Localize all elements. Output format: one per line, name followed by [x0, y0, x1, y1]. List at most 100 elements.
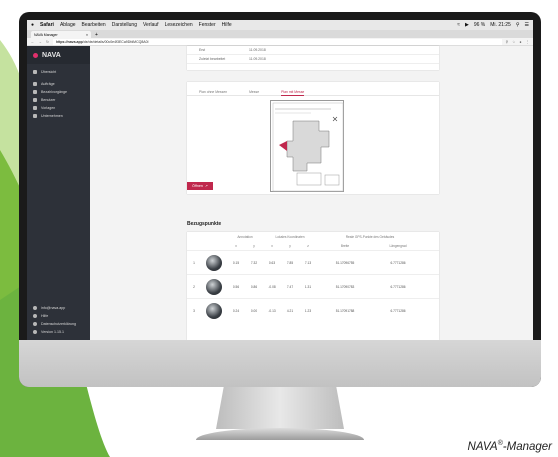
sidebar-item-label: Übersicht — [41, 70, 57, 74]
info-value: 11.09.2018 — [249, 48, 266, 52]
back-icon[interactable]: ← — [31, 40, 35, 44]
info-row: Zuletzt bearbeitet 11.09.2018 — [187, 55, 439, 64]
monitor-stand — [216, 387, 344, 429]
menu-icon[interactable]: ☰ — [525, 22, 529, 28]
main-content: Erst 11.09.2018 Zuletzt bearbeitet 11.09… — [90, 46, 533, 340]
column-group-header: Lokales Koordinaten — [275, 234, 305, 239]
table-cell: 1.23 — [304, 308, 312, 313]
sidebar-item-label: Vorlagen — [41, 106, 56, 110]
table-cell: 51.17090783 — [335, 284, 355, 289]
forward-icon[interactable]: → — [39, 40, 43, 44]
table-row[interactable]: 3 0.24 0.00 -0.13 4.21 1.23 51.17091788 … — [187, 298, 439, 322]
column-group-header: Annotation — [237, 234, 253, 239]
plan-tabs: Plan ohne Messen Messe Plan mit Messe — [187, 82, 439, 96]
table-cell: 0.63 — [268, 260, 276, 265]
template-icon — [33, 106, 37, 110]
info-row: Erst 11.09.2018 — [187, 46, 439, 55]
info-icon — [33, 330, 37, 334]
browser-toolbar: ← → ↻ https://nava.app /de/de/details/00… — [27, 38, 533, 46]
sidebar-item-label: Benutzer — [41, 98, 56, 102]
table-cell: 7.85 — [286, 260, 294, 265]
menu-item[interactable]: Lesezeichen — [165, 22, 193, 28]
sidebar: NAVA Übersicht Aufträge Bezahlvorgänge B… — [27, 46, 90, 340]
table-cell: 7.47 — [286, 284, 294, 289]
table-row[interactable]: 1 0.15 7.32 0.63 7.85 7.13 51.17096755 6… — [187, 250, 439, 274]
apple-icon[interactable]: ● — [31, 22, 34, 28]
sidebar-footer-label: Hilfe — [41, 314, 49, 318]
table-cell: 0.15 — [232, 260, 240, 265]
point-photo-thumbnail[interactable] — [206, 254, 222, 271]
table-cell: 1.31 — [304, 284, 312, 289]
search-icon[interactable]: ⚲ — [516, 22, 520, 28]
bookmark-star-icon[interactable]: ☆ — [512, 40, 515, 44]
reload-icon[interactable]: ↻ — [46, 40, 49, 44]
help-icon — [33, 314, 37, 318]
monitor-chin — [19, 340, 541, 387]
battery-percent[interactable]: 96 % — [474, 22, 485, 28]
menu-item[interactable]: Ablage — [60, 22, 76, 28]
sidebar-item-label: Aufträge — [41, 82, 55, 86]
sidebar-item-users[interactable]: Benutzer — [27, 96, 90, 104]
caption-text: NAVA — [467, 441, 498, 453]
sidebar-footer-label: Version 1.15.1 — [41, 330, 64, 334]
menu-item[interactable]: Hilfe — [222, 22, 232, 28]
url-path: /de/de/details/00c0e4f3ECa9DfdMCQ8A0l — [82, 39, 149, 44]
tab-plan-without-measure[interactable]: Plan ohne Messen — [199, 90, 227, 95]
browser-tabbar: NAVA Manager × + — [27, 30, 533, 38]
info-key: Zuletzt bearbeitet — [199, 57, 226, 61]
mail-icon — [33, 306, 37, 310]
sidebar-item-orders[interactable]: Aufträge — [27, 80, 90, 88]
clock[interactable]: Mi. 21:25 — [490, 22, 511, 28]
menu-item[interactable]: Verlauf — [143, 22, 159, 28]
open-button[interactable]: Öffnen ↗ — [187, 182, 213, 190]
table-cell: 51.17096755 — [335, 260, 355, 265]
point-photo-thumbnail[interactable] — [206, 302, 222, 319]
reference-points-table: Annotation Lokales Koordinaten Reale GPS… — [187, 232, 439, 340]
point-photo-thumbnail[interactable] — [206, 278, 222, 295]
tab-measure[interactable]: Messe — [249, 90, 259, 95]
brand[interactable]: NAVA — [27, 46, 90, 64]
mac-menubar: ● Safari Ablage Bearbeiten Darstellung V… — [27, 20, 533, 30]
menu-item[interactable]: Fenster — [199, 22, 216, 28]
column-header: y — [289, 243, 291, 248]
volume-icon[interactable]: ▶ — [465, 22, 469, 28]
close-tab-icon[interactable]: × — [86, 33, 88, 37]
address-bar[interactable]: https://nava.app /de/de/details/00c0e4f3… — [52, 38, 502, 45]
floor-plan-image[interactable] — [270, 100, 344, 192]
table-cell: 7.13 — [304, 260, 312, 265]
table-row[interactable]: 2 0.56 0.86 -0.08 7.47 1.31 51.17090783 … — [187, 274, 439, 298]
building-icon — [33, 114, 37, 118]
profile-icon[interactable]: ● — [519, 40, 521, 44]
row-index: 2 — [193, 284, 195, 289]
sidebar-footer-email[interactable]: info@nava.app — [27, 304, 90, 312]
brand-name: NAVA — [42, 51, 61, 59]
section-title: Bezugspunkte — [187, 221, 222, 227]
plan-card: Plan ohne Messen Messe Plan mit Messe Öf… — [187, 82, 439, 194]
table-cell: 0.86 — [250, 284, 258, 289]
zoom-icon[interactable]: ⚲ — [506, 40, 509, 44]
table-cell: 0.24 — [232, 308, 240, 313]
floor-plan-drawing — [272, 102, 344, 192]
sidebar-footer-privacy[interactable]: Datenschutzerklärung — [27, 320, 90, 328]
browser-tab[interactable]: NAVA Manager × — [31, 31, 91, 38]
menu-app-name[interactable]: Safari — [40, 22, 54, 28]
table-header: x y x y z Breite Längengrad — [187, 241, 439, 250]
menu-item[interactable]: Darstellung — [112, 22, 137, 28]
sidebar-item-company[interactable]: Unternehmen — [27, 112, 90, 120]
tab-plan-with-measure[interactable]: Plan mit Messe — [281, 90, 305, 96]
sidebar-item-payments[interactable]: Bezahlvorgänge — [27, 88, 90, 96]
row-index: 3 — [193, 308, 195, 313]
dashboard-icon — [33, 70, 37, 74]
wifi-icon[interactable]: ≈ — [457, 22, 460, 28]
sidebar-footer-help[interactable]: Hilfe — [27, 312, 90, 320]
sidebar-item-templates[interactable]: Vorlagen — [27, 104, 90, 112]
table-cell: 7.32 — [250, 260, 258, 265]
more-icon[interactable]: ⋮ — [526, 40, 530, 44]
sidebar-item-label: Bezahlvorgänge — [41, 90, 67, 94]
column-header: x — [271, 243, 273, 248]
table-cell: 0.00 — [250, 308, 258, 313]
privacy-icon — [33, 322, 37, 326]
sidebar-item-overview[interactable]: Übersicht — [27, 68, 90, 76]
product-caption: NAVA®-Manager — [468, 440, 552, 453]
menu-item[interactable]: Bearbeiten — [82, 22, 106, 28]
